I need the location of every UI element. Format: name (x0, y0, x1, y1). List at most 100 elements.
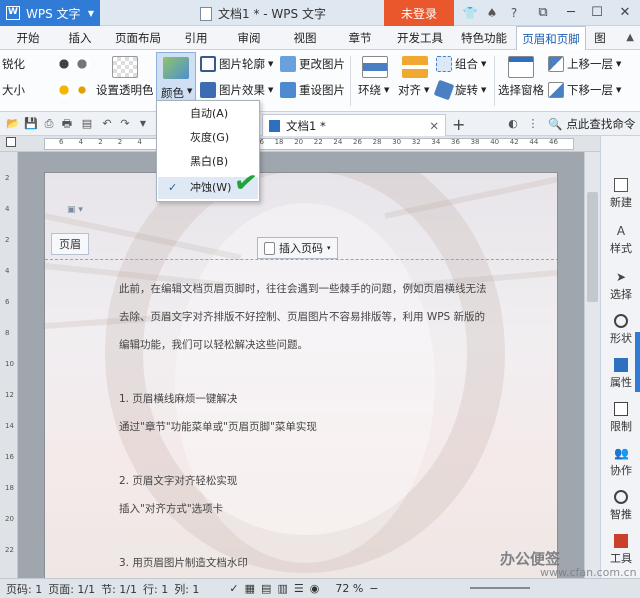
document-icon (200, 6, 212, 21)
document-page[interactable]: ▣ ▾ 页眉 插入页码 ▾ 此前，在编辑文档页眉页脚时，往往会遇到一些棘手的问题… (44, 172, 558, 578)
status-bar: 页码: 1 页面: 1/1 节: 1/1 行: 1 列: 1 ✓ ▦ ▤ ▥ ☰… (0, 578, 640, 598)
tab-home[interactable]: 开始 (0, 26, 56, 50)
document-area[interactable]: ▣ ▾ 页眉 插入页码 ▾ 此前，在编辑文档页眉页脚时，往往会遇到一些棘手的问题… (18, 152, 600, 578)
ruler-number: 32 (411, 138, 421, 146)
watermark-url: www.cfan.com.cn (540, 566, 637, 579)
tab-view[interactable]: 视图 (278, 26, 332, 50)
chevron-down-icon[interactable]: ▼ (136, 117, 150, 131)
tab-header-footer[interactable]: 页眉和页脚 (516, 26, 586, 50)
export-pdf-icon[interactable]: ▤ (80, 117, 94, 131)
close-button[interactable]: ✕ (612, 0, 638, 26)
tab-section[interactable]: 章节 (332, 26, 388, 50)
color-option-grayscale[interactable]: 灰度(G) (158, 127, 258, 149)
sidebar-item-new[interactable]: 新建 (601, 178, 640, 210)
outline-view-icon[interactable]: ☰ (294, 582, 304, 595)
view-mode-icon[interactable]: ▦ (245, 582, 255, 595)
tab-references[interactable]: 引用 (172, 26, 220, 50)
scrollbar-thumb[interactable] (587, 192, 598, 302)
sharpen-button[interactable]: 锐化 (2, 56, 25, 72)
ruler-number: 4 (78, 138, 84, 146)
insert-page-number-button[interactable]: 插入页码 ▾ (257, 237, 338, 259)
command-search[interactable]: 🔍 点此查找命令 (548, 116, 635, 132)
undo-icon[interactable]: ↶ (100, 117, 114, 131)
contrast-icon[interactable] (56, 56, 72, 72)
align-icon[interactable] (402, 56, 428, 78)
chevron-down-icon: ▾ (327, 244, 331, 252)
align-button[interactable]: 对齐 ▼ (398, 82, 429, 98)
selection-pane-icon[interactable] (508, 56, 534, 78)
skin-icon[interactable]: ♠ (484, 5, 500, 21)
rotate-button[interactable]: 旋转 ▼ (433, 79, 486, 101)
heading-line: 2. 页眉文字对齐轻松实现 (119, 475, 238, 487)
change-picture-button[interactable]: 更改图片 (280, 56, 345, 72)
maximize-button[interactable]: ☐ (584, 0, 610, 26)
reading-view-icon[interactable]: ◉ (310, 582, 320, 595)
wps-menu-button[interactable]: W WPS 文字 ▼ (0, 0, 100, 26)
save-icon[interactable]: 💾 (24, 117, 38, 131)
tab-page-layout[interactable]: 页面布局 (104, 26, 172, 50)
sidebar-item-style[interactable]: A 样式 (601, 224, 640, 256)
picture-effect-label: 图片效果 (219, 83, 265, 97)
redo-icon[interactable]: ↷ (118, 117, 132, 131)
set-transparent-button[interactable]: 设置透明色 (96, 82, 154, 98)
reset-picture-button[interactable]: 重设图片 (280, 82, 345, 98)
tab-stop-selector-icon[interactable] (6, 137, 16, 147)
contrast-down-icon[interactable] (74, 56, 90, 72)
group-button[interactable]: 组合 ▼ (436, 56, 486, 72)
set-transparent-icon[interactable] (112, 56, 138, 78)
horizontal-ruler[interactable]: 6422468101214161820222426283032343638404… (44, 138, 574, 150)
sidebar-item-select[interactable]: ➤ 选择 (601, 270, 640, 302)
zoom-slider[interactable] (470, 587, 530, 589)
wrap-button[interactable]: 环绕 ▼ (358, 82, 389, 98)
collapse-ribbon-icon[interactable]: ▲ (626, 26, 634, 49)
tab-features[interactable]: 特色功能 (452, 26, 516, 50)
reset-picture-label: 重设图片 (299, 83, 345, 97)
close-tab-icon[interactable]: ✕ (429, 119, 439, 133)
print-preview-icon[interactable]: ⎙ (42, 117, 56, 131)
wrap-icon[interactable] (362, 56, 388, 78)
sidebar-item-collaborate[interactable]: 👥 协作 (601, 446, 640, 478)
change-picture-label: 更改图片 (299, 57, 345, 71)
tab-document[interactable]: 文档1 * ✕ (262, 114, 446, 136)
tab-picture[interactable]: 图 (586, 26, 614, 50)
bring-forward-button[interactable]: 上移一层 ▼ (548, 56, 621, 72)
zoom-out-button[interactable]: − (369, 582, 378, 595)
color-option-auto[interactable]: 自动(A) (158, 103, 258, 125)
paragraph-line: 插入"对齐方式"选项卡 (119, 503, 224, 515)
tab-insert[interactable]: 插入 (56, 26, 104, 50)
print-layout-icon[interactable]: ▤ (261, 582, 271, 595)
vertical-ruler-number: 2 (5, 174, 10, 182)
sidebar-item-recommend[interactable]: 智推 (601, 490, 640, 522)
brightness-down-icon[interactable] (74, 82, 90, 98)
menu-bar: 开始 插入 页面布局 引用 审阅 视图 章节 开发工具 特色功能 页眉和页脚 图… (0, 26, 640, 50)
picture-outline-label: 图片轮廓 (219, 57, 265, 71)
ribbon-picture-tools: 锐化 大小 设置透明色 颜色 ▼ 图片轮廓 ▼ 图片效果 ▼ 更改图片 重设图片… (0, 50, 640, 112)
sidebar-expand-tab[interactable] (635, 332, 640, 392)
selection-pane-button[interactable]: 选择窗格 (498, 82, 544, 98)
spellcheck-icon[interactable]: ✓ (229, 582, 238, 595)
minimize-button[interactable]: ─ (558, 0, 584, 26)
sidebar-item-tools[interactable]: 工具 (601, 534, 640, 566)
login-button[interactable]: 未登录 (384, 0, 454, 26)
vertical-ruler[interactable]: 2 4 2 4 6 8 10 12 14 16 18 20 22 (0, 152, 18, 578)
picture-effect-button[interactable]: 图片效果 ▼ (200, 82, 273, 98)
open-folder-icon[interactable]: 📂 (6, 117, 20, 131)
tab-developer[interactable]: 开发工具 (388, 26, 452, 50)
print-icon[interactable]: 🖶 (60, 117, 74, 131)
sidebar-item-restrict[interactable]: 限制 (601, 402, 640, 434)
help-icon[interactable]: ? (506, 5, 522, 21)
menu-icon[interactable]: ⋮ (526, 117, 540, 131)
dropdown-arrow-icon[interactable]: ◐ (506, 117, 520, 131)
brightness-up-icon[interactable] (56, 82, 72, 98)
size-button[interactable]: 大小 (2, 82, 25, 98)
vertical-scrollbar[interactable] (584, 152, 600, 578)
web-layout-icon[interactable]: ▥ (277, 582, 287, 595)
tshirt-icon[interactable]: 👕 (462, 5, 478, 21)
picture-outline-button[interactable]: 图片轮廓 ▼ (200, 56, 273, 72)
tab-review[interactable]: 审阅 (220, 26, 278, 50)
send-backward-button[interactable]: 下移一层 ▼ (548, 82, 621, 98)
ruler-number: 46 (549, 138, 558, 146)
header-options-icon[interactable]: ▣ ▾ (67, 205, 83, 215)
new-tab-button[interactable]: + (452, 115, 465, 134)
restore-window-icon[interactable]: ⧉ (530, 0, 556, 26)
